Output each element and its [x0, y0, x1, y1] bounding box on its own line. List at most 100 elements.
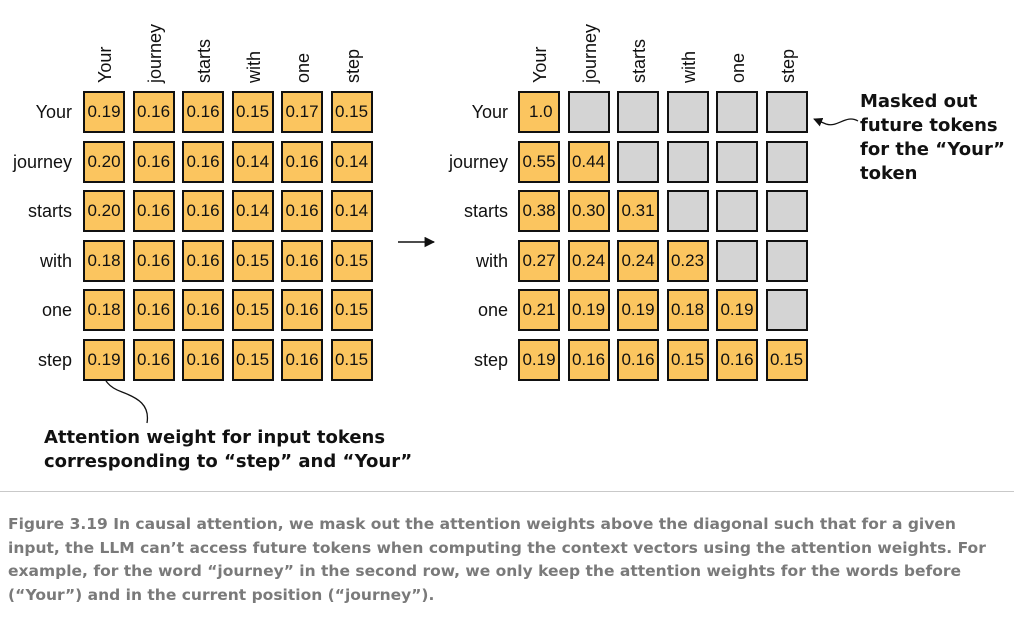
row-label-one: one: [477, 300, 508, 320]
weight-cell: 0.16: [182, 289, 224, 331]
weight-cell: 0.23: [666, 239, 709, 282]
row-label-step: step: [37, 349, 72, 370]
weight-cell: 0.16: [281, 338, 323, 381]
masked-cell: [765, 239, 808, 282]
weight-cell: 0.16: [567, 338, 610, 381]
column-label-step: step: [777, 48, 798, 83]
weight-cell: 0.15: [330, 289, 373, 331]
weight-cell: 0.20: [83, 140, 125, 183]
masked-cell: [765, 91, 808, 133]
weight-cell: 0.14: [330, 140, 373, 183]
weight-cell: 0.16: [716, 338, 758, 381]
weight-cell: 0.18: [666, 289, 709, 331]
weight-cell: 0.16: [182, 239, 224, 282]
weight-cell: 0.38: [518, 190, 560, 232]
row-label-with: with: [475, 250, 508, 271]
column-label-journey: journey: [144, 23, 165, 83]
column-label-with: with: [678, 50, 699, 83]
weight-cell: 0.16: [182, 91, 224, 133]
weight-cell: 0.19: [83, 338, 125, 381]
weight-cell: 0.27: [518, 239, 560, 282]
weight-cell: 0.16: [132, 91, 175, 133]
column-label-one: one: [293, 52, 313, 83]
weight-cell: 0.16: [281, 190, 323, 232]
masked-cell: [617, 140, 659, 183]
weight-cell: 0.15: [666, 338, 709, 381]
weight-cell: 0.15: [330, 91, 373, 133]
row-label-starts: starts: [463, 201, 508, 221]
weight-cell: 0.16: [281, 289, 323, 331]
weight-cell: 0.16: [182, 190, 224, 232]
masked-callout-line: token: [860, 163, 918, 184]
weight-cell: 0.24: [567, 239, 610, 282]
weight-cell: 0.15: [231, 239, 274, 282]
column-label-journey: journey: [579, 23, 600, 83]
weight-cell: 0.55: [518, 140, 560, 183]
weight-cell: 0.15: [765, 338, 808, 381]
masked-callout-line: Masked out: [860, 91, 978, 112]
row-label-Your: Your: [471, 102, 508, 122]
weight-cell: 0.31: [617, 190, 659, 232]
masked-cell: [716, 239, 758, 282]
row-label-journey: journey: [448, 151, 508, 172]
row-label-step: step: [473, 349, 508, 370]
masked-cell: [666, 140, 709, 183]
weight-cell: 0.14: [231, 140, 274, 183]
masked-cell: [716, 140, 758, 183]
column-label-Your: Your: [530, 46, 550, 83]
weight-cell: 0.15: [330, 239, 373, 282]
row-label-starts: starts: [27, 201, 72, 221]
masked-callout-leader: [813, 117, 859, 127]
weight-cell: 0.16: [281, 140, 323, 183]
attention-callout-line: Attention weight for input tokens: [44, 427, 386, 448]
masked-cell: [617, 91, 659, 133]
weight-cell: 1.0: [518, 91, 560, 133]
masked-cell: [765, 289, 808, 331]
weight-cell: 0.44: [567, 140, 610, 183]
masked-cell: [716, 190, 758, 232]
weight-cell: 0.16: [617, 338, 659, 381]
weight-cell: 0.16: [132, 289, 175, 331]
weight-cell: 0.15: [231, 91, 274, 133]
masked-cell: [666, 190, 709, 232]
weight-cell: 0.15: [330, 338, 373, 381]
weight-cell: 0.24: [617, 239, 659, 282]
weight-cell: 0.30: [567, 190, 610, 232]
caption-divider: [0, 491, 1014, 492]
column-label-one: one: [728, 52, 748, 83]
attention-callout-line: corresponding to “step” and “Your”: [44, 451, 413, 472]
weight-cell: 0.16: [132, 338, 175, 381]
weight-cell: 0.19: [617, 289, 659, 331]
weight-cell: 0.18: [83, 289, 125, 331]
weight-cell: 0.21: [518, 289, 560, 331]
weight-cell: 0.19: [716, 289, 758, 331]
weight-cell: 0.19: [518, 338, 560, 381]
weight-cell: 0.14: [231, 190, 274, 232]
masked-cell: [666, 91, 709, 133]
weight-cell: 0.16: [182, 140, 224, 183]
masked-cell: [716, 91, 758, 133]
row-label-with: with: [39, 250, 72, 271]
weight-cell: 0.14: [330, 190, 373, 232]
weight-cell: 0.19: [83, 91, 125, 133]
masked-cell: [567, 91, 610, 133]
column-label-with: with: [243, 50, 264, 83]
row-label-journey: journey: [12, 151, 72, 172]
weight-cell: 0.16: [132, 239, 175, 282]
masked-cell: [765, 190, 808, 232]
column-label-step: step: [342, 48, 363, 83]
masked-callout-line: for the “Your”: [860, 139, 1006, 160]
weight-cell: 0.15: [231, 338, 274, 381]
weight-cell: 0.16: [132, 140, 175, 183]
weight-cell: 0.17: [281, 91, 323, 133]
figure-caption: Figure 3.19 In causal attention, we mask…: [8, 515, 986, 604]
weight-cell: 0.18: [83, 239, 125, 282]
weight-cell: 0.16: [132, 190, 175, 232]
column-label-Your: Your: [95, 46, 115, 83]
weight-cell: 0.16: [281, 239, 323, 282]
masked-cell: [765, 140, 808, 183]
attention-callout: Attention weight for input tokens corres…: [44, 426, 412, 474]
column-label-starts: starts: [629, 38, 649, 83]
row-label-one: one: [41, 300, 72, 320]
masked-callout: Masked out future tokens for the “Your” …: [860, 90, 1005, 186]
